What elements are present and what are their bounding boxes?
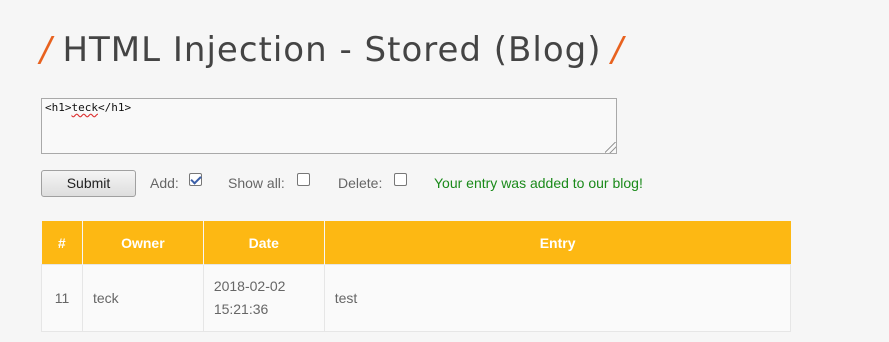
- submit-button[interactable]: Submit: [41, 170, 136, 197]
- title-slash-left: /: [40, 30, 53, 70]
- table-row: 11 teck 2018-02-02 15:21:36 test: [41, 264, 792, 332]
- show-all-checkbox[interactable]: [297, 173, 310, 186]
- delete-checkbox[interactable]: [394, 173, 407, 186]
- textarea-text-word: teck: [71, 101, 99, 114]
- title-text: HTML Injection - Stored (Blog): [62, 30, 602, 70]
- cell-owner: teck: [81, 264, 204, 332]
- blog-table: # Owner Date Entry 11 teck 2018-02-02 15:…: [41, 221, 792, 332]
- page-title: / HTML Injection - Stored (Blog) /: [40, 30, 624, 70]
- add-checkbox[interactable]: [189, 173, 202, 186]
- cell-date-time: 15:21:36: [213, 301, 269, 317]
- delete-label: Delete:: [338, 175, 383, 191]
- blog-entry-textarea[interactable]: <h1>teck</h1>: [41, 98, 617, 154]
- textarea-text-open: <h1>: [45, 101, 72, 114]
- show-all-label: Show all:: [228, 175, 285, 191]
- header-owner: Owner: [81, 221, 204, 265]
- status-message: Your entry was added to our blog!: [434, 175, 643, 191]
- title-slash-right: /: [611, 30, 624, 70]
- textarea-resize-handle[interactable]: [605, 142, 616, 153]
- table-header-row: # Owner Date Entry: [41, 221, 791, 265]
- cell-entry: test: [323, 264, 792, 332]
- cell-date: 2018-02-02 15:21:36: [202, 264, 325, 332]
- header-id: #: [41, 221, 83, 265]
- header-date: Date: [202, 221, 325, 265]
- textarea-text-close: </h1>: [98, 101, 132, 114]
- cell-id: 11: [41, 264, 83, 332]
- cell-date-day: 2018-02-02: [213, 278, 286, 294]
- header-entry: Entry: [323, 221, 791, 265]
- add-label: Add:: [150, 175, 179, 191]
